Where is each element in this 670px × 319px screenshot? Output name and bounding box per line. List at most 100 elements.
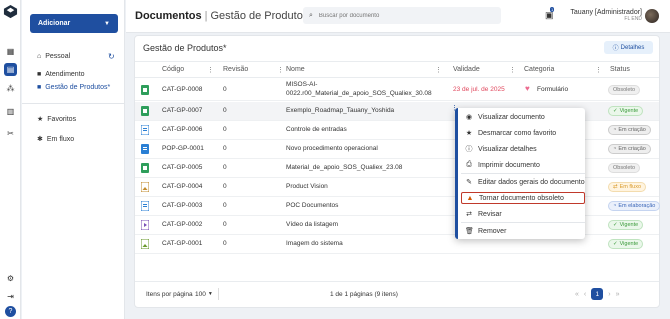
personal-section[interactable]: ⌂ Pessoal xyxy=(37,53,70,60)
per-page-select[interactable]: 100 ▼ xyxy=(195,288,219,300)
tools-icon[interactable]: ✂ xyxy=(4,127,17,140)
cell-name: Imagem do sistema xyxy=(286,240,343,247)
documents-icon[interactable]: ▤ xyxy=(4,63,17,76)
menu-item-view-document[interactable]: ◉ Visualizar documento xyxy=(461,111,585,123)
col-header-validade[interactable]: Validade xyxy=(453,66,480,73)
cell-revision: 0 xyxy=(223,107,227,114)
menu-item-unfavorite[interactable]: ★ Desmarcar como favorito xyxy=(461,127,585,139)
search-icon: ⌕ xyxy=(309,11,313,19)
menu-item-view-details[interactable]: ⓘ Visualizar detalhes xyxy=(461,143,585,155)
sidebar-item-favoritos[interactable]: ★ Favoritos xyxy=(37,115,77,124)
sidebar-item-label: Atendimento xyxy=(45,71,85,78)
dashboard-icon[interactable]: ▦ xyxy=(4,45,17,58)
menu-item-make-obsolete[interactable]: ▲ Tornar documento obsoleto xyxy=(461,192,585,204)
first-page-icon[interactable]: « xyxy=(575,291,579,298)
page-button-current[interactable]: 1 xyxy=(591,288,604,300)
document-file-icon xyxy=(141,201,149,211)
progress-icon: ◔ xyxy=(613,146,617,152)
add-button-label: Adicionar xyxy=(38,20,71,27)
sidebar: Adicionar ▼ ⌂ Pessoal ↻ ■ Atendimento ■ … xyxy=(22,0,125,319)
flow-icon: ⇄ xyxy=(613,184,618,190)
status-badge: Obsoleto xyxy=(608,85,641,95)
flow-icon: ✱ xyxy=(37,136,43,143)
cell-code: CAT-GP-0003 xyxy=(162,202,203,209)
cell-revision: 0 xyxy=(223,202,227,209)
menu-item-edit[interactable]: ✎ Editar dados gerais do documento xyxy=(461,176,585,188)
details-button[interactable]: ⓘ Detalhes xyxy=(604,41,653,54)
collapse-icon[interactable]: ⇥ xyxy=(4,290,17,303)
menu-item-review[interactable]: ⇄ Revisar xyxy=(461,208,585,220)
col-header-status[interactable]: Status xyxy=(610,66,630,73)
page-title: Documentos | Gestão de Produtos* xyxy=(135,10,313,22)
column-menu-icon[interactable]: ⋮ xyxy=(277,66,284,74)
menu-item-label: Tornar documento obsoleto xyxy=(479,194,564,202)
cell-name: Product Vision xyxy=(286,183,328,190)
status-text: Em elaboração xyxy=(618,203,656,209)
warning-icon: ▲ xyxy=(466,194,474,202)
info-icon: ⓘ xyxy=(612,46,619,52)
home-icon: ⌂ xyxy=(37,53,42,60)
per-page-label: Itens por página xyxy=(146,291,193,298)
column-menu-icon[interactable]: ⋮ xyxy=(509,66,516,74)
list-icon[interactable]: ▥ xyxy=(4,105,17,118)
col-header-categoria[interactable]: Categoria xyxy=(524,66,554,73)
sidebar-item-label: Favoritos xyxy=(47,115,77,123)
menu-item-print[interactable]: ⎙ Imprimir documento xyxy=(461,159,585,171)
sidebar-item-atendimento[interactable]: ■ Atendimento xyxy=(37,71,85,78)
cell-revision: 0 xyxy=(223,164,227,171)
page-title-sub: Gestão de Produtos* xyxy=(210,10,313,22)
status-text: Em criação xyxy=(618,146,646,152)
pagination: « ‹ 1 › » xyxy=(575,288,620,300)
menu-item-remove[interactable]: 🗑 Remover xyxy=(461,225,585,237)
col-header-codigo[interactable]: Código xyxy=(162,66,184,73)
cell-revision: 0 xyxy=(223,183,227,190)
cell-code: CAT-GP-0007 xyxy=(162,107,203,114)
cell-validity: 23 de jul. de 2025 xyxy=(453,86,505,93)
add-button[interactable]: Adicionar ▼ xyxy=(30,14,118,33)
app-logo-icon[interactable] xyxy=(3,4,18,19)
cell-name-line2: 0022.r00_Material_de_apoio_SOS_Qualiex_3… xyxy=(286,90,432,97)
cell-code: CAT-GP-0001 xyxy=(162,240,203,247)
page-title-main: Documentos xyxy=(135,10,202,22)
col-header-revisao[interactable]: Revisão xyxy=(223,66,248,73)
chevron-down-icon: ▼ xyxy=(207,291,213,297)
modules-icon[interactable]: ⁂ xyxy=(4,82,17,95)
cell-name: POC Documentos xyxy=(286,202,339,209)
col-header-nome[interactable]: Nome xyxy=(286,66,305,73)
help-icon[interactable]: ? xyxy=(5,306,16,317)
cell-code: CAT-GP-0004 xyxy=(162,183,203,190)
sidebar-divider xyxy=(22,103,125,104)
cell-name: Exemplo_Roadmap_Tauany_Yoshida xyxy=(286,107,395,114)
last-page-icon[interactable]: » xyxy=(616,291,620,298)
sidebar-item-gestao-produtos[interactable]: ■ Gestão de Produtos* xyxy=(37,84,110,91)
column-menu-icon[interactable]: ⋮ xyxy=(207,66,214,74)
cell-code: CAT-GP-0006 xyxy=(162,126,203,133)
prev-page-icon[interactable]: ‹ xyxy=(584,291,586,298)
avatar[interactable] xyxy=(645,9,659,23)
table-footer: Itens por página 100 ▼ 1 de 1 páginas (9… xyxy=(135,281,659,307)
icon-rail: ▦ ▤ ⁂ ▥ ✂ ⚙ ⇥ ? xyxy=(0,0,21,319)
user-name: Tauany [Administrador] xyxy=(570,9,642,16)
table-row[interactable]: CAT-GP-0008 0 MISOS-AI- 0022.r00_Materia… xyxy=(135,79,659,101)
cell-name-line1: MISOS-AI- xyxy=(286,81,318,88)
image-file-icon xyxy=(141,239,149,249)
column-menu-icon[interactable]: ⋮ xyxy=(595,66,602,74)
page-info: 1 de 1 páginas (9 itens) xyxy=(330,291,398,298)
settings-icon[interactable]: ⚙ xyxy=(4,272,17,285)
cell-revision: 0 xyxy=(223,240,227,247)
menu-item-label: Visualizar documento xyxy=(478,113,545,121)
status-badge: ✓ Vigente xyxy=(608,106,644,116)
notifications-icon[interactable]: ▣ 1 xyxy=(545,7,555,21)
search-input[interactable] xyxy=(318,12,489,19)
user-info[interactable]: Tauany [Administrador] FL END xyxy=(564,9,642,22)
status-badge: ✓ Vigente xyxy=(608,239,644,249)
sidebar-item-em-fluxo[interactable]: ✱ Em fluxo xyxy=(37,135,74,144)
user-org: FL END xyxy=(624,16,642,22)
column-menu-icon[interactable]: ⋮ xyxy=(435,66,442,74)
document-file-icon xyxy=(141,144,149,154)
next-page-icon[interactable]: › xyxy=(608,291,610,298)
refresh-icon[interactable]: ↻ xyxy=(108,52,115,61)
spreadsheet-file-icon xyxy=(141,163,149,173)
cell-name: Vídeo da listagem xyxy=(286,221,339,228)
sidebar-item-label: Gestão de Produtos* xyxy=(45,84,111,91)
